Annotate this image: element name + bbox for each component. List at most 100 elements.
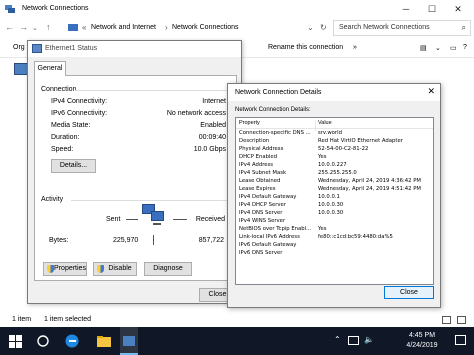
table-row[interactable]: DHCP Enabled Yes — [236, 154, 433, 162]
group-divider — [71, 200, 231, 201]
details-view-icon[interactable] — [442, 316, 451, 324]
table-row[interactable]: Connection-specific DNS ... srv.world — [236, 130, 433, 138]
row-value: 10.0.0.30 — [318, 210, 344, 216]
speed-label: Speed: — [51, 146, 74, 153]
details-table-header: Property Value — [236, 118, 433, 131]
ethernet-icon — [32, 44, 42, 53]
clock[interactable]: 4:45 PM 4/24/2019 — [397, 331, 447, 351]
details-close-button[interactable]: Close — [384, 286, 434, 299]
network-tray-icon[interactable] — [348, 336, 359, 345]
received-label: Received — [195, 216, 225, 223]
disable-button[interactable]: Disable — [93, 262, 137, 276]
sent-label: Sent — [106, 216, 121, 223]
ipv4-connectivity-value: Internet — [202, 98, 226, 105]
minimize-icon[interactable]: ─ — [394, 0, 418, 18]
action-center-icon[interactable] — [455, 335, 466, 345]
show-hidden-icons-icon[interactable]: ⌃ — [334, 335, 341, 344]
row-property: Connection-specific DNS ... — [239, 130, 311, 136]
rename-connection-button[interactable]: Rename this connection — [268, 44, 343, 51]
refresh-icon[interactable]: ↻ — [320, 23, 327, 32]
row-property: NetBIOS over Tcpip Enabl... — [239, 226, 312, 232]
recent-locations-icon[interactable]: ⌄ — [32, 24, 38, 32]
start-button[interactable] — [8, 333, 24, 349]
duration-label: Duration: — [51, 134, 80, 141]
organize-button[interactable]: Org — [13, 44, 25, 51]
table-row[interactable]: IPv4 WINS Server — [236, 218, 433, 226]
row-value: Wednesday, April 24, 2019 4:36:42 PM — [318, 178, 421, 184]
row-property: DHCP Enabled — [239, 154, 278, 160]
row-property: IPv4 Subnet Mask — [239, 170, 287, 176]
received-line — [173, 219, 187, 220]
preview-pane-icon[interactable]: ▭ — [450, 44, 457, 52]
table-row[interactable]: Physical Address 52-54-00-C2-81-22 — [236, 146, 433, 154]
table-row[interactable]: IPv4 Default Gateway 10.0.0.1 — [236, 194, 433, 202]
details-subtitle: Network Connection Details: — [235, 107, 311, 113]
details-title: Network Connection Details — [235, 89, 322, 96]
row-property: IPv4 DHCP Server — [239, 202, 286, 208]
table-row[interactable]: IPv4 Address 10.0.0.227 — [236, 162, 433, 170]
computer-stand — [153, 223, 161, 225]
close-icon[interactable]: ✕ — [427, 86, 435, 97]
forward-arrow-icon[interactable]: → — [19, 22, 28, 32]
back-arrow-icon[interactable]: ← — [5, 22, 14, 32]
general-panel: Connection IPv4 Connectivity: Internet I… — [34, 75, 237, 281]
properties-button[interactable]: Properties — [43, 262, 87, 276]
row-value: 10.0.0.227 — [318, 162, 347, 168]
more-commands-button[interactable]: » — [353, 44, 357, 51]
bytes-divider — [153, 235, 154, 245]
search-input[interactable]: Search Network Connections ⌕ — [333, 20, 471, 36]
table-row[interactable]: Lease Obtained Wednesday, April 24, 2019 … — [236, 178, 433, 186]
up-arrow-icon[interactable]: ↑ — [46, 22, 51, 32]
table-row[interactable]: IPv4 DNS Server 10.0.0.30 — [236, 210, 433, 218]
table-row[interactable]: Link-local IPv6 Address fe80::c1cd:bc59:4… — [236, 234, 433, 242]
large-icons-view-icon[interactable] — [457, 316, 466, 324]
diagnose-button[interactable]: Diagnose — [144, 262, 192, 276]
maximize-icon[interactable]: ☐ — [420, 0, 444, 18]
properties-button-label: Properties — [54, 265, 86, 272]
details-button[interactable]: Details... — [51, 159, 96, 173]
view-options-icon[interactable]: ▤ — [420, 44, 427, 52]
bytes-sent-value: 225,970 — [113, 237, 139, 244]
address-dropdown-icon[interactable]: ⌄ — [307, 23, 314, 32]
table-row[interactable]: Lease Expires Wednesday, April 24, 2019 4… — [236, 186, 433, 194]
taskbar: ⌃ 🔈 4:45 PM 4/24/2019 — [0, 327, 474, 355]
network-connections-icon — [5, 5, 15, 13]
table-row[interactable]: NetBIOS over Tcpip Enabl... Yes — [236, 226, 433, 234]
table-row[interactable]: IPv6 DNS Server — [236, 250, 433, 258]
breadcrumb-separator: › — [165, 23, 168, 32]
disable-button-label: Disable — [108, 265, 132, 272]
column-header-property[interactable]: Property — [239, 120, 260, 126]
edge-icon[interactable] — [64, 333, 80, 349]
breadcrumb-network-connections[interactable]: Network Connections — [172, 24, 239, 31]
media-state-label: Media State: — [51, 122, 91, 129]
table-row[interactable]: IPv4 Subnet Mask 255.255.255.0 — [236, 170, 433, 178]
volume-icon[interactable]: 🔈 — [364, 335, 374, 344]
row-value: 10.0.0.30 — [318, 202, 344, 208]
close-icon[interactable]: ✕ — [446, 0, 470, 18]
file-explorer-icon[interactable] — [96, 333, 112, 349]
row-property: Link-local IPv6 Address — [239, 234, 300, 240]
activity-group-label: Activity — [41, 196, 64, 203]
ethernet-status-title: Ethernet1 Status — [45, 45, 98, 52]
table-row[interactable]: Description Red Hat VirtIO Ethernet Adapt… — [236, 138, 433, 146]
column-header-value[interactable]: Value — [318, 120, 332, 126]
ethernet-adapter-icon[interactable] — [14, 63, 28, 75]
details-table[interactable]: Property Value Connection-specific DNS .… — [235, 117, 434, 285]
table-row[interactable]: IPv6 Default Gateway — [236, 242, 433, 250]
search-placeholder: Search Network Connections — [339, 24, 430, 31]
cortana-search-icon[interactable] — [36, 333, 50, 349]
view-dropdown-icon[interactable]: ⌄ — [435, 44, 441, 52]
row-property: IPv4 Default Gateway — [239, 194, 297, 200]
network-connections-taskbar-item[interactable] — [120, 327, 138, 355]
row-property: IPv6 DNS Server — [239, 250, 283, 256]
address-bar: ← → ⌄ ↑ « Network and Internet › Network… — [0, 18, 474, 38]
ipv4-connectivity-label: IPv4 Connectivity: — [51, 98, 108, 105]
table-row[interactable]: IPv4 DHCP Server 10.0.0.30 — [236, 202, 433, 210]
help-icon[interactable]: ? — [463, 44, 467, 51]
row-value: 10.0.0.1 — [318, 194, 340, 200]
tab-general[interactable]: General — [34, 61, 66, 76]
breadcrumb-network-and-internet[interactable]: Network and Internet — [91, 24, 156, 31]
computer-icon — [151, 211, 164, 221]
network-activity-icon — [142, 204, 168, 226]
row-value: fe80::c1cd:bc59:4480:da%5 — [318, 234, 393, 240]
